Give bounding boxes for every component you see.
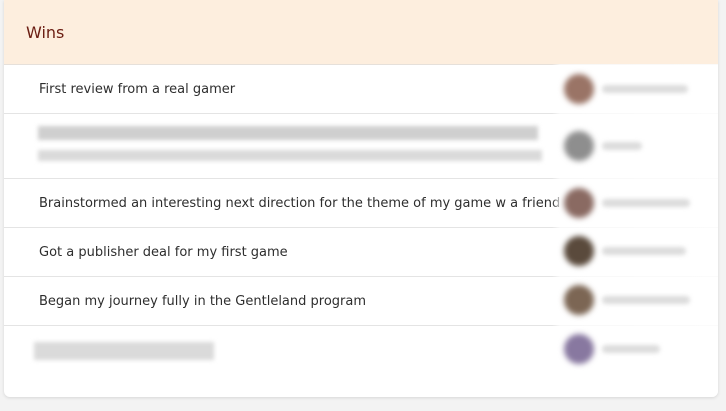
- redacted-name: [602, 199, 690, 207]
- avatar: [564, 236, 594, 266]
- redacted-text: [34, 342, 214, 360]
- redacted-name: [602, 85, 688, 93]
- avatar: [564, 131, 594, 161]
- avatar: [564, 334, 594, 364]
- win-text: Got a publisher deal for my first game: [39, 244, 288, 260]
- author[interactable]: [564, 334, 660, 364]
- avatar: [564, 285, 594, 315]
- redacted-name: [602, 345, 660, 353]
- avatar: [564, 188, 594, 218]
- wins-card: Wins First review from a real gamer Brai…: [4, 0, 718, 397]
- win-text: Began my journey fully in the Gentleland…: [39, 293, 367, 309]
- card-title: Wins: [26, 22, 65, 42]
- author[interactable]: [564, 131, 642, 161]
- author-column: [552, 64, 718, 397]
- card-header: Wins: [4, 0, 718, 65]
- win-text: Brainstormed an interesting next directi…: [39, 195, 561, 211]
- redacted-text: [38, 150, 542, 161]
- author[interactable]: [564, 236, 686, 266]
- win-text: First review from a real gamer: [39, 81, 236, 97]
- author[interactable]: [564, 188, 690, 218]
- author[interactable]: [564, 285, 690, 315]
- author[interactable]: [564, 74, 688, 104]
- redacted-name: [602, 296, 690, 304]
- redacted-name: [602, 247, 686, 255]
- avatar: [564, 74, 594, 104]
- redacted-name: [602, 142, 642, 150]
- redacted-text: [38, 126, 538, 140]
